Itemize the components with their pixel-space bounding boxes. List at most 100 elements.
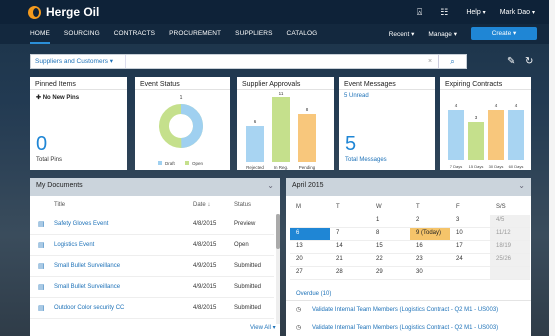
pinned-total-label: Total Pins — [36, 157, 63, 163]
calendar-day[interactable]: 7 — [330, 228, 370, 241]
calendar-month-title: April 2015 — [292, 182, 324, 189]
table-row[interactable]: ▤ Small Bullet Surveillance 4/9/2015 Sub… — [30, 256, 274, 277]
legend-open-label: Open — [192, 161, 204, 166]
create-button[interactable]: Create ▾ — [471, 27, 537, 40]
doc-title[interactable]: Small Bullet Surveillance — [54, 263, 120, 269]
card-title: Supplier Approvals — [237, 77, 334, 90]
chevron-down-icon[interactable]: ⌄ — [267, 181, 274, 190]
column-header-status[interactable]: Status — [234, 202, 251, 208]
search-button[interactable]: ⌕ — [438, 55, 466, 68]
nav-catalog[interactable]: CATALOG — [287, 24, 318, 44]
calendar-day — [450, 267, 490, 280]
calendar-week-row: 20 21 22 23 24 25/26 — [290, 254, 530, 267]
calendar-day[interactable]: 3 — [450, 215, 490, 228]
column-header-title[interactable]: Title — [54, 202, 65, 208]
nav-suppliers[interactable]: SUPPLIERS — [235, 24, 272, 44]
manage-menu[interactable]: Manage ▾ — [428, 30, 457, 38]
calendar-day-today[interactable]: 9 (Today) — [410, 228, 450, 241]
table-row[interactable]: ▤ Small Bullet Surveillance 4/9/2015 Sub… — [30, 277, 274, 298]
calendar-day-selected[interactable]: 6 — [290, 228, 330, 241]
event-status-card[interactable]: Event Status 1 Draft Open — [135, 77, 230, 170]
expiring-contracts-card[interactable]: Expiring Contracts 4 3 4 4 7 Days 15 Day… — [440, 77, 531, 170]
bar-label-60-days: 60 Days — [509, 164, 524, 169]
calendar-week-row: 6 7 8 9 (Today) 10 11/12 — [290, 228, 530, 241]
calendar-day[interactable]: 14 — [330, 241, 370, 254]
search-scope-select[interactable]: Suppliers and Customers ▾ — [31, 55, 126, 68]
pin-icon-row: ✚ No New Pins — [30, 90, 127, 105]
pinned-items-card[interactable]: Pinned Items ✚ No New Pins 0 Total Pins — [30, 77, 127, 170]
recent-menu[interactable]: Recent ▾ — [389, 30, 415, 38]
task-item[interactable]: ◷ Validate Internal Team Members (Logisti… — [296, 306, 498, 313]
task-item[interactable]: ◷ Validate Internal Team Members (Logisti… — [296, 324, 498, 331]
chevron-down-icon: ▾ — [411, 30, 415, 38]
calendar-day[interactable]: 4/5 — [490, 215, 530, 228]
weekday-label: T — [336, 204, 340, 210]
view-all-link[interactable]: View All ▾ — [250, 324, 276, 331]
help-menu[interactable]: Help ▾ — [466, 9, 485, 16]
chat-icon[interactable]: ☷ — [440, 7, 448, 18]
bar-label-7-days: 7 Days — [450, 164, 462, 169]
calendar-day[interactable]: 23 — [410, 254, 450, 267]
calendar-day[interactable]: 27 — [290, 267, 330, 280]
table-row[interactable]: ▤ Logistics Event 4/8/2015 Open — [30, 235, 274, 256]
donut-value-label: 1 — [180, 95, 183, 101]
calendar-day[interactable]: 21 — [330, 254, 370, 267]
notifications-icon[interactable]: ⍓ — [417, 7, 422, 18]
bar-7-days — [448, 110, 464, 160]
scrollbar-thumb[interactable] — [276, 214, 280, 249]
nav-home[interactable]: HOME — [30, 24, 50, 44]
table-row[interactable]: ▤ Safety Gloves Event 4/8/2015 Preview — [30, 214, 274, 235]
calendar-day[interactable]: 17 — [450, 241, 490, 254]
calendar-day[interactable]: 10 — [450, 228, 490, 241]
supplier-approvals-card[interactable]: Supplier Approvals 6 11 8 Rejected In Re… — [237, 77, 334, 170]
calendar-day[interactable]: 28 — [330, 267, 370, 280]
panel-header[interactable]: My Documents ⌄ — [30, 178, 280, 196]
calendar-day[interactable]: 15 — [370, 241, 410, 254]
overdue-link[interactable]: Overdue (10) — [296, 291, 331, 297]
task-title[interactable]: Validate Internal Team Members (Logistic… — [312, 325, 498, 331]
messages-total-label[interactable]: Total Messages — [345, 157, 387, 163]
chevron-down-icon: ▾ — [531, 9, 535, 16]
wrench-icon[interactable]: ✎ — [507, 56, 515, 67]
scrollbar[interactable] — [276, 214, 280, 324]
calendar-day[interactable]: 13 — [290, 241, 330, 254]
doc-title[interactable]: Safety Gloves Event — [54, 221, 108, 227]
calendar-day[interactable]: 16 — [410, 241, 450, 254]
calendar-day[interactable]: 1 — [370, 215, 410, 228]
bar-value-in-reg: 11 — [279, 91, 284, 96]
window-edge — [549, 0, 555, 336]
calendar-day[interactable]: 29 — [370, 267, 410, 280]
calendar-day[interactable]: 2 — [410, 215, 450, 228]
calendar-day[interactable]: 18/19 — [490, 241, 530, 254]
task-title[interactable]: Validate Internal Team Members (Logistic… — [312, 307, 498, 313]
refresh-icon[interactable]: ↻ — [525, 56, 533, 67]
bar-in-reg — [272, 97, 290, 162]
calendar-day[interactable]: 8 — [370, 228, 410, 241]
calendar-day[interactable]: 25/26 — [490, 254, 530, 267]
clear-icon[interactable]: × — [428, 58, 438, 65]
user-menu[interactable]: Mark Dao ▾ — [500, 9, 535, 16]
table-row[interactable]: ▤ Outdoor Color security CC 4/8/2015 Sub… — [30, 298, 274, 319]
nav-procurement[interactable]: PROCUREMENT — [169, 24, 221, 44]
bar-rejected — [246, 126, 264, 162]
doc-title[interactable]: Small Bullet Surveillance — [54, 284, 120, 290]
chevron-down-icon[interactable]: ⌄ — [518, 181, 525, 190]
doc-title[interactable]: Outdoor Color security CC — [54, 305, 124, 311]
calendar-day[interactable]: 22 — [370, 254, 410, 267]
nav-contracts[interactable]: CONTRACTS — [114, 24, 155, 44]
calendar-day[interactable]: 20 — [290, 254, 330, 267]
unread-link[interactable]: 5 Unread — [344, 93, 369, 99]
nav-sourcing[interactable]: SOURCING — [64, 24, 100, 44]
column-header-date[interactable]: Date ↓ — [193, 202, 210, 208]
doc-date: 4/9/2015 — [193, 284, 217, 290]
calendar-day[interactable]: 11/12 — [490, 228, 530, 241]
search-icon: ⌕ — [450, 56, 455, 66]
event-messages-card[interactable]: Event Messages 5 Unread 5 Total Messages — [339, 77, 435, 170]
app-logo[interactable]: Herge Oil — [28, 5, 99, 19]
calendar-day[interactable]: 24 — [450, 254, 490, 267]
panel-header[interactable]: April 2015 ⌄ — [286, 178, 531, 196]
doc-title[interactable]: Logistics Event — [54, 242, 94, 248]
calendar-day[interactable]: 30 — [410, 267, 450, 280]
legend-draft-label: Draft — [165, 161, 176, 166]
doc-date: 4/8/2015 — [193, 305, 217, 311]
